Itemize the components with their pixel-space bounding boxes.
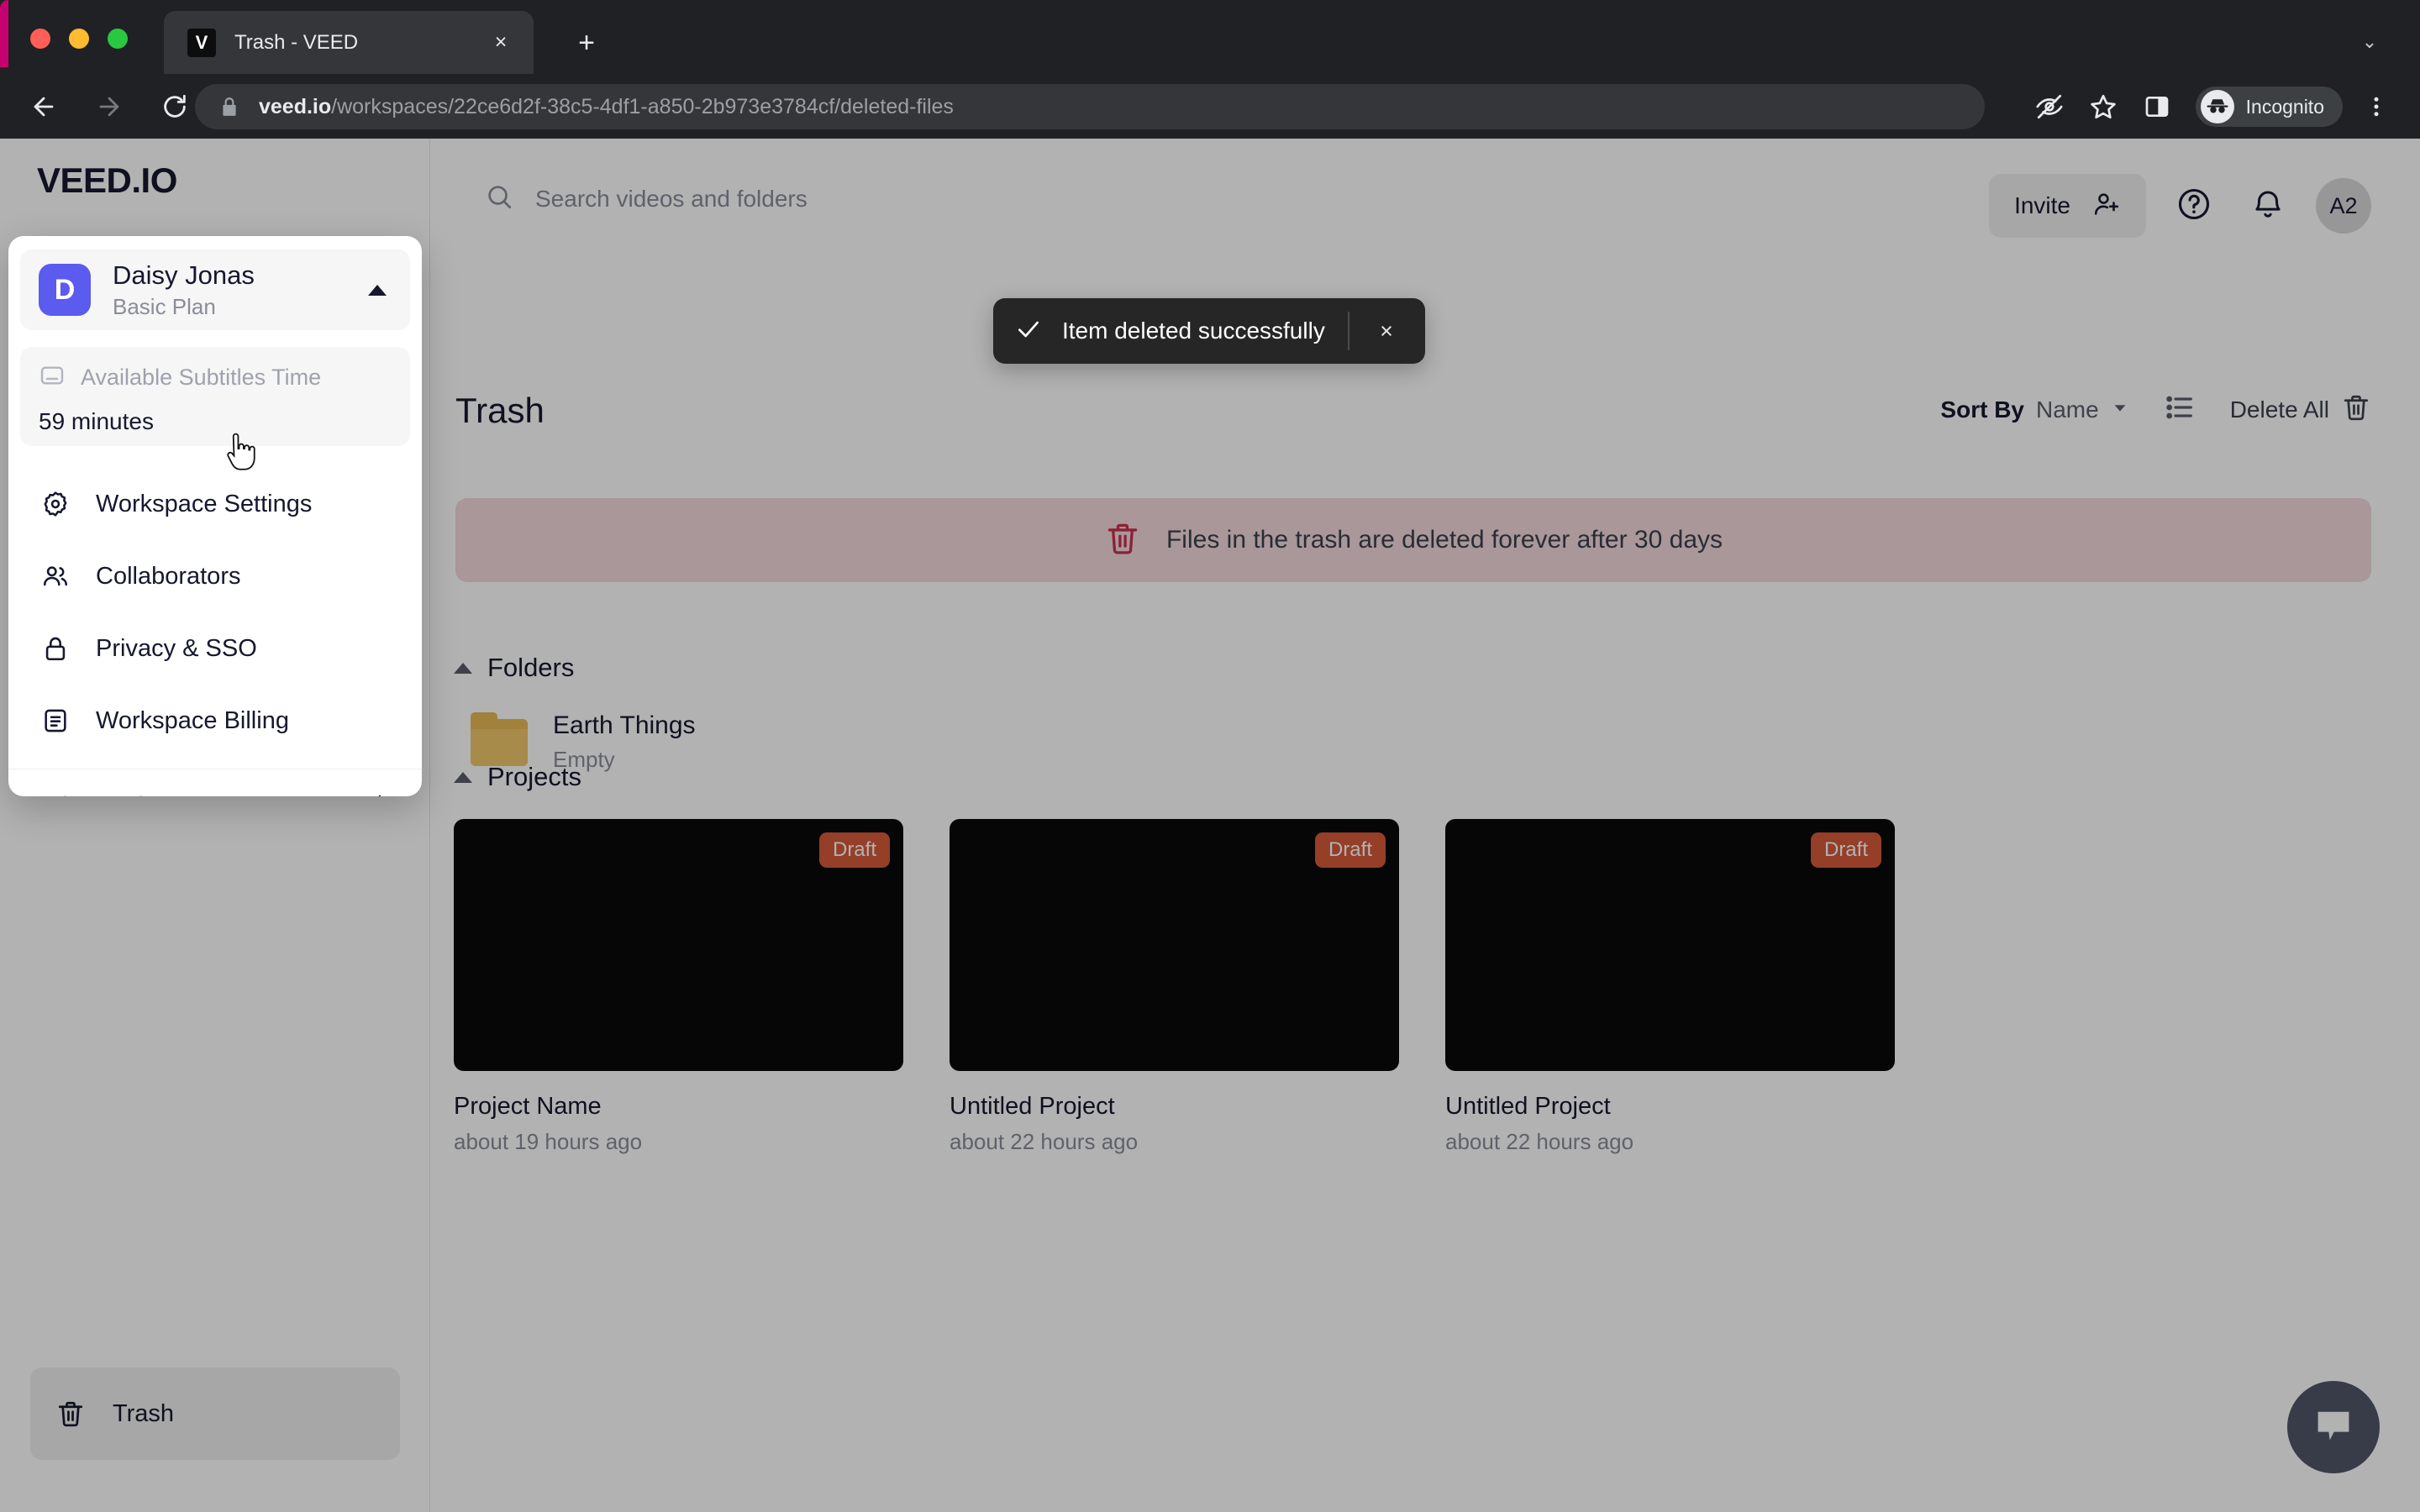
tab-title: Trash - VEED (234, 30, 359, 54)
incognito-icon (2200, 90, 2234, 123)
available-subtitles-card: Available Subtitles Time 59 minutes (20, 347, 410, 446)
checkmark-icon (1015, 316, 1042, 347)
new-workspace-button[interactable]: New (309, 791, 392, 796)
veed-app-shell: VEED.IO Projects Recordings (0, 139, 2420, 1512)
subtitles-value: 59 minutes (39, 408, 154, 434)
close-icon[interactable]: × (1370, 314, 1403, 348)
maximize-window-button[interactable] (108, 29, 128, 49)
close-window-button[interactable] (30, 29, 50, 49)
people-icon (39, 559, 72, 593)
browser-toolbar: veed.io/workspaces/22ce6d2f-38c5-4df1-a8… (0, 74, 2420, 139)
url-path: /workspaces/22ce6d2f-38c5-4df1-a850-2b97… (331, 94, 954, 118)
other-workspaces-label: Other workspaces (39, 792, 222, 796)
toast-notification: Item deleted successfully × (993, 298, 1425, 364)
browser-chrome: V Trash - VEED × + ⌄ veed.io/workspaces/… (0, 0, 2420, 139)
toast-divider (1348, 312, 1349, 350)
url-text: veed.io/workspaces/22ce6d2f-38c5-4df1-a8… (259, 95, 954, 119)
workspace-texts: Daisy Jonas Basic Plan (113, 260, 255, 320)
menu-item-label: Privacy & SSO (96, 634, 257, 662)
close-tab-icon[interactable]: × (487, 29, 515, 57)
three-dot-menu-icon[interactable] (2353, 83, 2400, 130)
plus-icon (368, 791, 392, 796)
lock-icon (39, 632, 72, 665)
window-traffic-lights[interactable] (30, 29, 128, 49)
gear-icon (39, 487, 72, 521)
minimize-window-button[interactable] (69, 29, 89, 49)
eye-off-icon[interactable] (2026, 83, 2073, 130)
subtitles-label-row: Available Subtitles Time (39, 362, 392, 393)
menu-item-label: Workspace Settings (96, 490, 313, 517)
workspace-header-button[interactable]: D Daisy Jonas Basic Plan (20, 249, 410, 330)
subtitles-label: Available Subtitles Time (81, 365, 322, 390)
billing-document-icon (39, 704, 72, 738)
menu-item-label: Collaborators (96, 562, 241, 590)
url-host: veed.io (259, 94, 332, 118)
menu-item-privacy-sso[interactable]: Privacy & SSO (8, 612, 422, 685)
browser-tab[interactable]: V Trash - VEED × (164, 11, 534, 74)
subtitles-icon (39, 362, 66, 393)
workspace-menu: Workspace Settings Collaborators Privacy… (8, 468, 422, 757)
workspace-dropdown-panel: D Daisy Jonas Basic Plan Available Subti… (8, 236, 422, 796)
toast-message: Item deleted successfully (1062, 318, 1325, 344)
back-arrow-icon[interactable] (22, 85, 66, 129)
workspace-name: Daisy Jonas (113, 260, 255, 290)
chevron-down-icon[interactable]: ⌄ (2353, 25, 2386, 59)
new-workspace-label: New (309, 792, 356, 797)
web-page: VEED.IO Projects Recordings (0, 139, 2420, 1512)
forward-arrow-icon[interactable] (87, 85, 131, 129)
menu-item-workspace-settings[interactable]: Workspace Settings (8, 468, 422, 540)
workspace-avatar: D (39, 264, 91, 316)
star-icon[interactable] (2080, 83, 2127, 130)
other-workspaces-row: Other workspaces New (8, 769, 422, 796)
veed-favicon: V (187, 28, 216, 57)
menu-item-label: Workspace Billing (96, 706, 289, 734)
reload-icon[interactable] (153, 85, 197, 129)
toolbar-right-group: Incognito (2026, 82, 2400, 131)
menu-item-workspace-billing[interactable]: Workspace Billing (8, 685, 422, 757)
workspace-plan: Basic Plan (113, 293, 216, 319)
profile-label: Incognito (2245, 95, 2324, 118)
side-panel-icon[interactable] (2133, 83, 2181, 130)
menu-item-collaborators[interactable]: Collaborators (8, 540, 422, 612)
lock-icon[interactable] (218, 96, 240, 118)
profile-incognito-button[interactable]: Incognito (2195, 87, 2343, 127)
new-tab-button[interactable]: + (567, 24, 606, 62)
address-bar[interactable]: veed.io/workspaces/22ce6d2f-38c5-4df1-a8… (195, 84, 1985, 129)
chevron-up-icon[interactable] (368, 285, 387, 296)
tab-strip: V Trash - VEED × + ⌄ (0, 0, 2420, 74)
